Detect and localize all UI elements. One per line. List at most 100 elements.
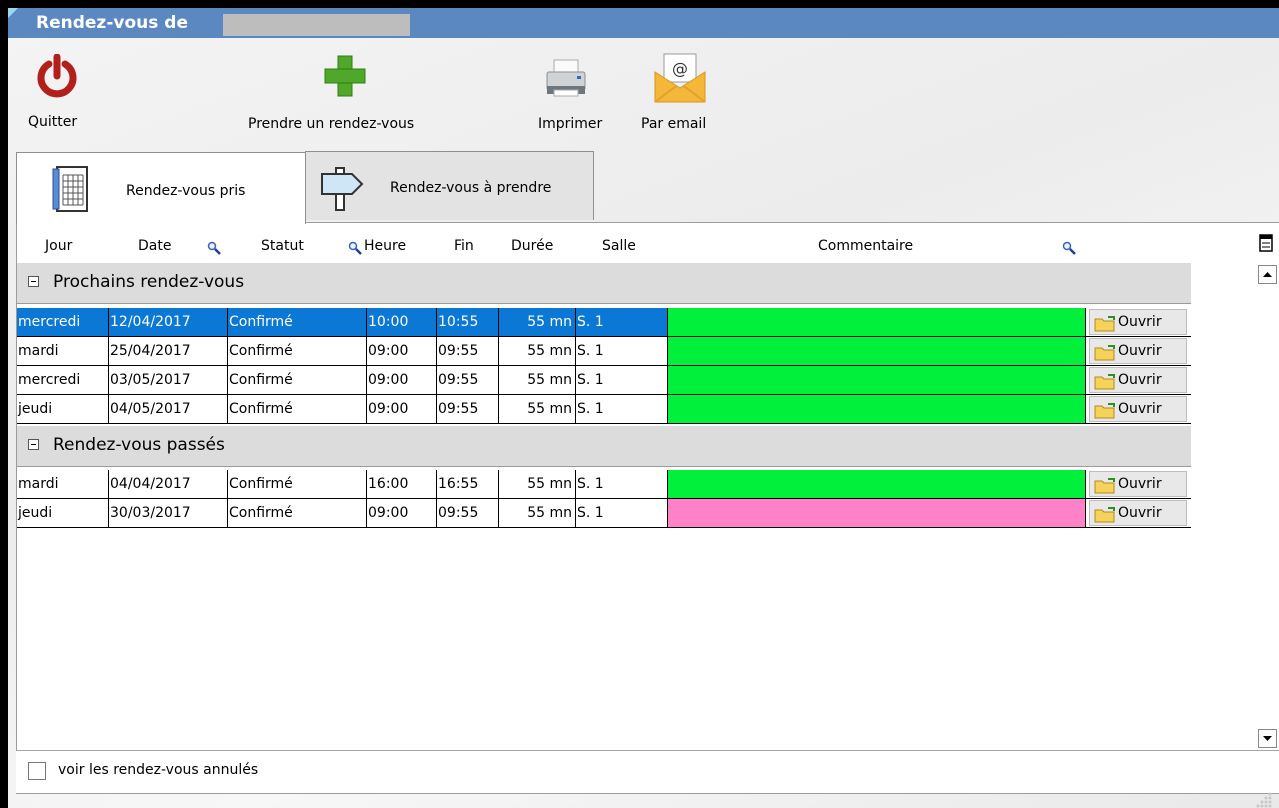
cell-duree: 55 mn [499,499,576,527]
resize-grip-icon[interactable] [1244,790,1274,808]
cell-duree: 55 mn [499,366,576,394]
email-icon: @ [654,53,706,103]
cell-salle: S. 1 [576,395,668,423]
open-label: Ouvrir [1118,476,1162,492]
signpost-icon [321,167,364,211]
quit-button[interactable]: Quitter [20,48,90,140]
table-row[interactable]: mercredi 12/04/2017 Confirmé 10:00 10:55… [17,308,1191,337]
tab-label-to-take: Rendez-vous à prendre [390,180,552,196]
table-row[interactable]: jeudi 04/05/2017 Confirmé 09:00 09:55 55… [17,395,1191,424]
plus-icon [324,55,366,97]
cell-duree: 55 mn [499,395,576,423]
scroll-down-button[interactable] [1258,729,1277,748]
footer-bar: voir les rendez-vous annulés [16,750,1279,793]
table-row[interactable]: mardi 25/04/2017 Confirmé 09:00 09:55 55… [17,337,1191,366]
cell-date: 25/04/2017 [109,337,228,365]
cell-comment [668,395,1086,423]
col-header-commentaire[interactable]: Commentaire [818,238,913,254]
cell-jour: jeudi [17,395,109,423]
app-window: Rendez-vous de Quitter Prendre un rendez… [8,8,1279,808]
title-corner [8,8,18,18]
tab-appointments-to-take[interactable]: Rendez-vous à prendre [305,151,594,220]
cell-statut: Confirmé [228,308,367,336]
email-label: Par email [641,116,707,132]
column-picker-icon[interactable] [1259,234,1273,252]
cell-salle: S. 1 [576,308,668,336]
group-header-past[interactable]: Rendez-vous passés [17,426,1191,467]
cell-fin: 09:55 [437,337,499,365]
table-row[interactable]: mardi 04/04/2017 Confirmé 16:00 16:55 55… [17,470,1191,499]
cell-salle: S. 1 [576,470,668,498]
cell-jour: jeudi [17,499,109,527]
cell-comment [668,308,1086,336]
svg-text:@: @ [672,59,688,78]
cell-statut: Confirmé [228,470,367,498]
open-label: Ouvrir [1118,401,1162,417]
cell-heure: 10:00 [367,308,437,336]
print-button[interactable]: Imprimer [530,48,610,140]
search-date-icon[interactable] [207,241,221,255]
open-button[interactable]: Ouvrir [1089,309,1187,335]
cell-duree: 55 mn [499,470,576,498]
show-cancelled-checkbox[interactable] [28,762,46,780]
scroll-up-button[interactable] [1258,265,1277,284]
cell-jour: mardi [17,470,109,498]
folder-icon [1094,374,1115,390]
cell-heure: 09:00 [367,395,437,423]
group-label: Prochains rendez-vous [53,272,245,292]
cell-fin: 10:55 [437,308,499,336]
calendar-book-icon [52,166,88,212]
folder-icon [1094,478,1115,494]
vertical-scrollbar[interactable] [1256,263,1279,750]
open-button[interactable]: Ouvrir [1089,396,1187,422]
window-title: Rendez-vous de [36,13,188,33]
group-label: Rendez-vous passés [53,435,225,455]
show-cancelled-label[interactable]: voir les rendez-vous annulés [58,762,258,778]
title-bar: Rendez-vous de [8,8,1279,38]
cell-date: 12/04/2017 [109,308,228,336]
collapse-icon[interactable] [28,276,39,287]
open-button[interactable]: Ouvrir [1089,500,1187,526]
cell-statut: Confirmé [228,499,367,527]
new-appointment-button[interactable]: Prendre un rendez-vous [240,48,450,140]
cell-duree: 55 mn [499,308,576,336]
cell-statut: Confirmé [228,366,367,394]
search-comment-icon[interactable] [1062,241,1076,255]
col-header-jour[interactable]: Jour [45,238,72,254]
group-header-upcoming[interactable]: Prochains rendez-vous [17,263,1191,304]
cell-date: 04/04/2017 [109,470,228,498]
table-row[interactable]: mercredi 03/05/2017 Confirmé 09:00 09:55… [17,366,1191,395]
search-status-icon[interactable] [348,241,362,255]
col-header-date[interactable]: Date [138,238,171,254]
cell-comment [668,499,1086,527]
cell-fin: 09:55 [437,366,499,394]
table-row[interactable]: jeudi 30/03/2017 Confirmé 09:00 09:55 55… [17,499,1191,528]
cell-jour: mercredi [17,366,109,394]
cell-heure: 09:00 [367,366,437,394]
open-label: Ouvrir [1118,343,1162,359]
collapse-icon[interactable] [28,439,39,450]
col-header-heure[interactable]: Heure [364,238,406,254]
open-label: Ouvrir [1118,314,1162,330]
cell-jour: mercredi [17,308,109,336]
cell-duree: 55 mn [499,337,576,365]
cell-fin: 09:55 [437,395,499,423]
open-button[interactable]: Ouvrir [1089,471,1187,497]
col-header-salle[interactable]: Salle [602,238,636,254]
chevron-up-icon [1263,272,1272,277]
open-button[interactable]: Ouvrir [1089,367,1187,393]
folder-icon [1094,507,1115,523]
tab-appointments-taken[interactable]: Rendez-vous pris [16,152,306,224]
cell-date: 04/05/2017 [109,395,228,423]
col-header-fin[interactable]: Fin [454,238,474,254]
printer-icon [546,59,586,97]
open-button[interactable]: Ouvrir [1089,338,1187,364]
cell-heure: 09:00 [367,499,437,527]
power-icon [37,54,77,98]
cell-heure: 16:00 [367,470,437,498]
chevron-down-icon [1263,736,1272,741]
col-header-duree[interactable]: Durée [511,238,553,254]
col-header-statut[interactable]: Statut [261,238,304,254]
email-button[interactable]: @ Par email [640,48,720,140]
cell-salle: S. 1 [576,337,668,365]
